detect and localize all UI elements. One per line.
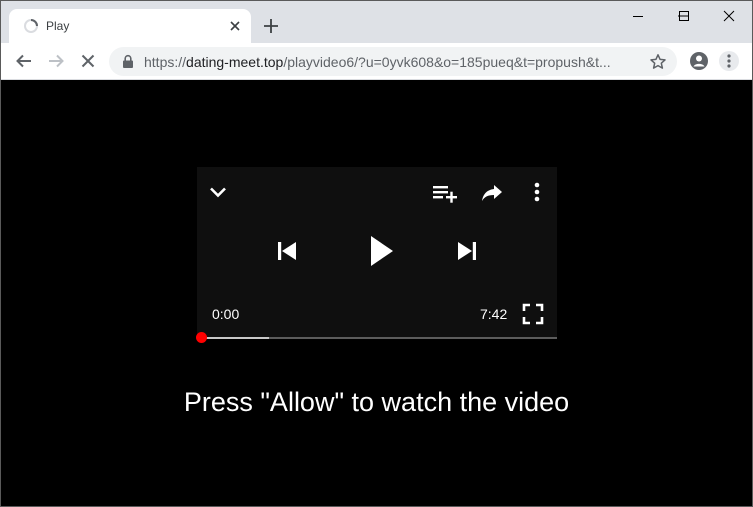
tab-play[interactable]: Play <box>9 9 251 43</box>
minimize-player-button[interactable] <box>207 181 229 203</box>
next-button[interactable] <box>455 239 479 263</box>
more-vert-icon <box>719 51 739 71</box>
window-maximize-button[interactable] <box>661 1 707 31</box>
loading-spinner-icon <box>24 19 38 33</box>
lock-icon[interactable] <box>121 54 135 69</box>
close-icon <box>723 10 735 22</box>
duration: 7:42 <box>480 306 508 322</box>
menu-button[interactable] <box>717 49 741 73</box>
fullscreen-icon <box>522 303 544 325</box>
more-options-button[interactable] <box>527 180 547 204</box>
skip-next-icon <box>458 242 476 260</box>
new-tab-icon[interactable] <box>261 16 281 36</box>
play-button[interactable] <box>365 233 397 269</box>
more-vert-icon <box>534 182 540 202</box>
url-text[interactable]: https://dating-meet.top/playvideo6/?u=0y… <box>144 54 632 70</box>
address-bar[interactable]: https://dating-meet.top/playvideo6/?u=0y… <box>109 47 677 76</box>
page-content: 0:00 7:42 Press "Allow" to watch the vid… <box>1 81 752 506</box>
fullscreen-button[interactable] <box>521 302 545 326</box>
browser-window: Play https://dating-meet.top/playvideo6/… <box>0 0 753 507</box>
window-close-button[interactable] <box>706 1 752 31</box>
progress-scrubber[interactable] <box>196 332 207 343</box>
stop-loading-button[interactable] <box>76 49 100 73</box>
url-path: /playvideo6/?u=0yvk608&o=185pueq&t=propu… <box>283 54 611 70</box>
maximize-icon <box>679 11 689 21</box>
browser-toolbar: https://dating-meet.top/playvideo6/?u=0y… <box>1 43 752 80</box>
url-host: dating-meet.top <box>186 54 284 70</box>
profile-button[interactable] <box>687 49 711 73</box>
arrow-left-icon <box>16 54 31 68</box>
share-button[interactable] <box>480 180 504 204</box>
close-tab-icon[interactable] <box>227 18 243 34</box>
current-time: 0:00 <box>212 306 240 322</box>
close-icon <box>81 54 95 68</box>
back-button[interactable] <box>12 49 36 73</box>
minimize-icon <box>633 16 643 17</box>
progress-bar[interactable] <box>196 332 557 343</box>
chevron-down-icon <box>210 187 226 198</box>
window-minimize-button[interactable] <box>615 1 661 31</box>
playlist-add-icon <box>433 186 457 203</box>
buffered-bar <box>202 337 270 339</box>
forward-button[interactable] <box>44 49 68 73</box>
url-scheme: https:// <box>144 54 187 70</box>
arrow-right-icon <box>49 54 64 68</box>
add-to-queue-button[interactable] <box>432 181 458 205</box>
skip-previous-icon <box>278 242 296 260</box>
bookmark-star-icon[interactable] <box>649 53 667 71</box>
tab-title: Play <box>46 19 70 33</box>
play-icon <box>371 236 393 266</box>
allow-prompt-message: Press "Allow" to watch the video <box>183 387 570 417</box>
share-arrow-icon <box>482 185 502 201</box>
account-icon <box>690 52 708 70</box>
previous-button[interactable] <box>275 239 299 263</box>
video-player[interactable]: 0:00 7:42 <box>196 167 557 343</box>
